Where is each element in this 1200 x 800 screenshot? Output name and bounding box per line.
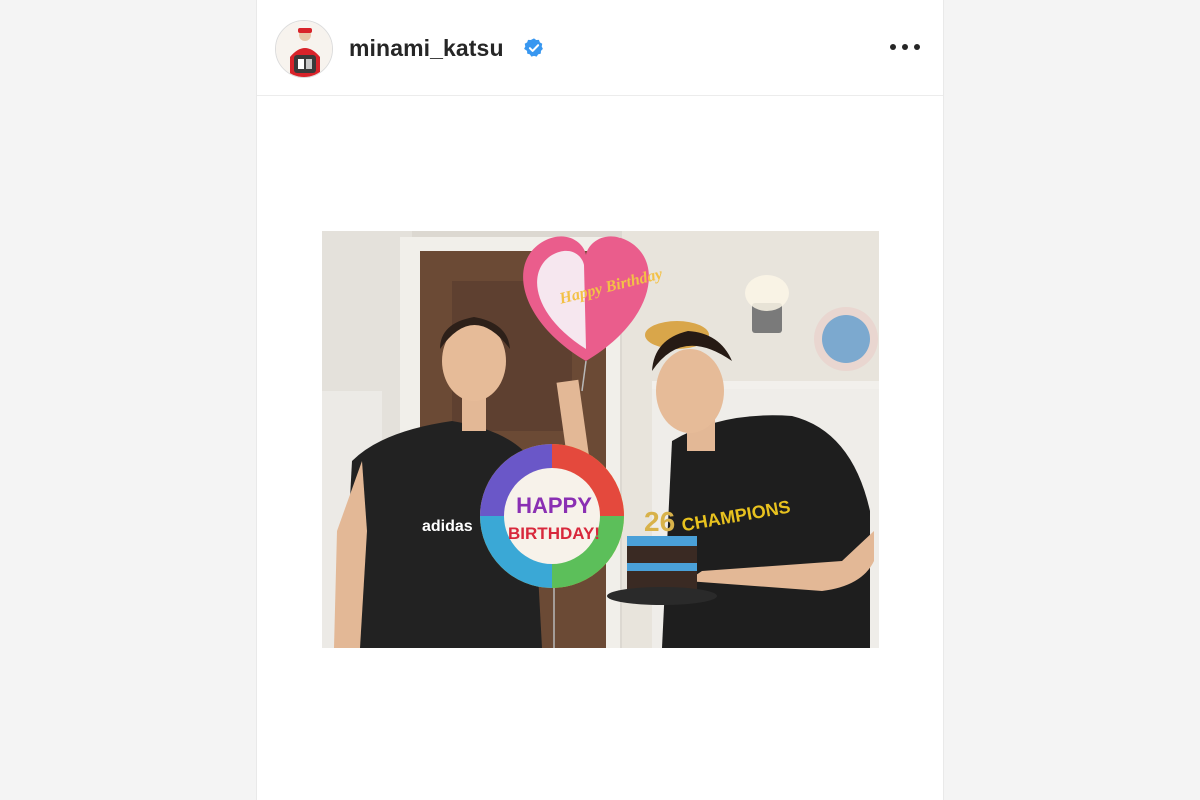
- more-horizontal-icon: [890, 44, 896, 50]
- balloon-happy-text: HAPPY: [516, 493, 592, 518]
- username[interactable]: minami_katsu: [349, 34, 504, 62]
- verified-badge-icon: [523, 37, 545, 59]
- more-options-button[interactable]: [887, 34, 923, 60]
- post-photo[interactable]: adidas CHAMPIONS 26 HAPPY BIRTHDAY! Happ…: [322, 231, 879, 648]
- post-card: minami_katsu adidas CHAMPIONS 26 HAPPY B…: [256, 0, 944, 800]
- shirt-left-text: adidas: [422, 518, 473, 535]
- post-header: minami_katsu: [257, 0, 943, 96]
- cake-topper-text: 26: [644, 506, 675, 537]
- balloon-birthday-text: BIRTHDAY!: [508, 524, 600, 543]
- avatar[interactable]: [275, 20, 333, 78]
